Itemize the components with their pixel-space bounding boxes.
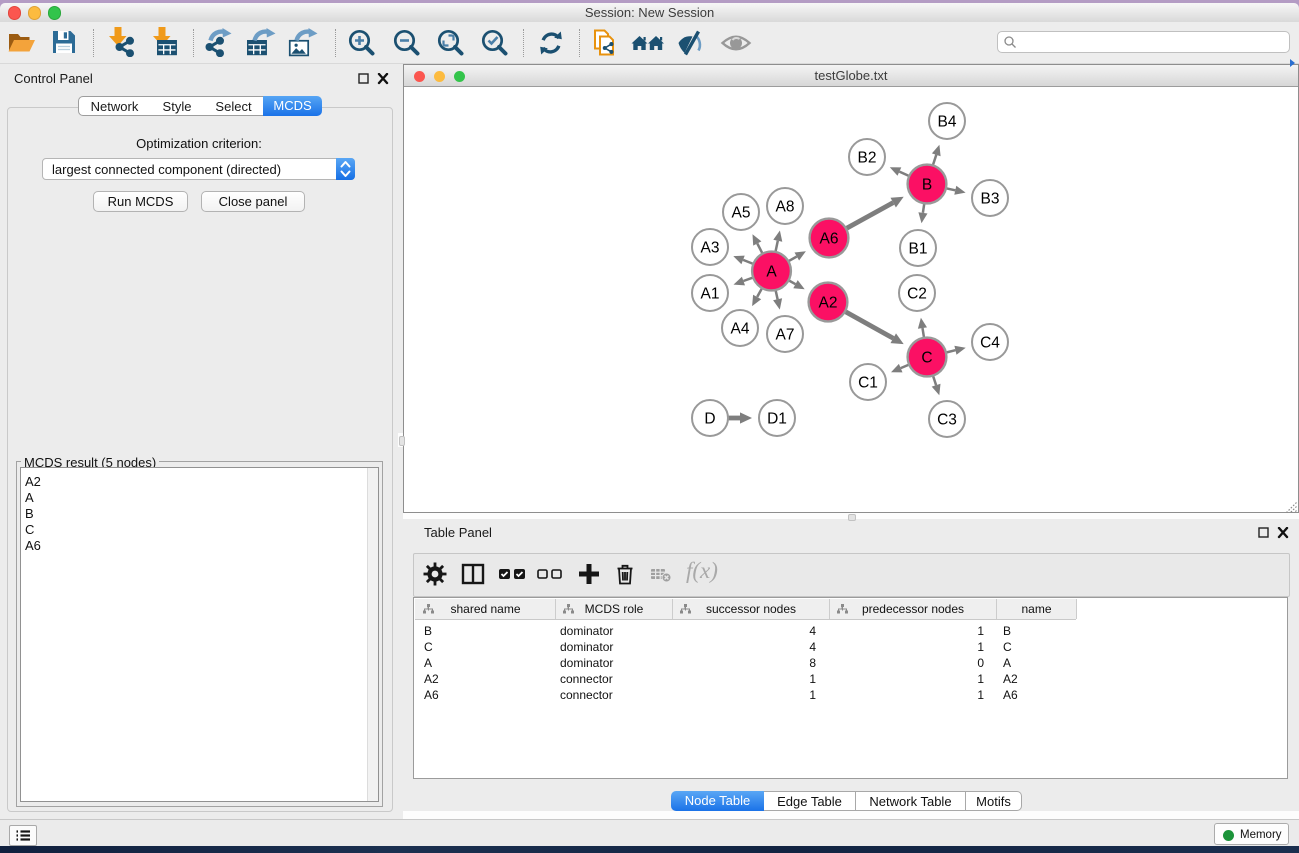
- svg-text:A5: A5: [732, 205, 751, 222]
- svg-text:B: B: [922, 177, 932, 194]
- svg-text:A: A: [766, 264, 777, 281]
- svg-text:B3: B3: [981, 191, 1000, 208]
- svg-text:A7: A7: [776, 327, 795, 344]
- svg-text:C2: C2: [907, 286, 927, 303]
- svg-text:B2: B2: [858, 150, 877, 167]
- svg-text:A3: A3: [701, 240, 720, 257]
- svg-text:B4: B4: [938, 114, 957, 131]
- svg-text:A6: A6: [820, 231, 839, 248]
- svg-text:C4: C4: [980, 335, 1000, 352]
- svg-text:C1: C1: [858, 375, 878, 392]
- svg-text:A4: A4: [731, 321, 750, 338]
- svg-text:C: C: [921, 350, 932, 367]
- svg-text:B1: B1: [909, 241, 928, 258]
- svg-text:A8: A8: [776, 199, 795, 216]
- svg-text:D: D: [704, 411, 715, 428]
- svg-text:A2: A2: [819, 295, 838, 312]
- svg-text:C3: C3: [937, 412, 957, 429]
- svg-text:D1: D1: [767, 411, 787, 428]
- svg-text:A1: A1: [701, 286, 720, 303]
